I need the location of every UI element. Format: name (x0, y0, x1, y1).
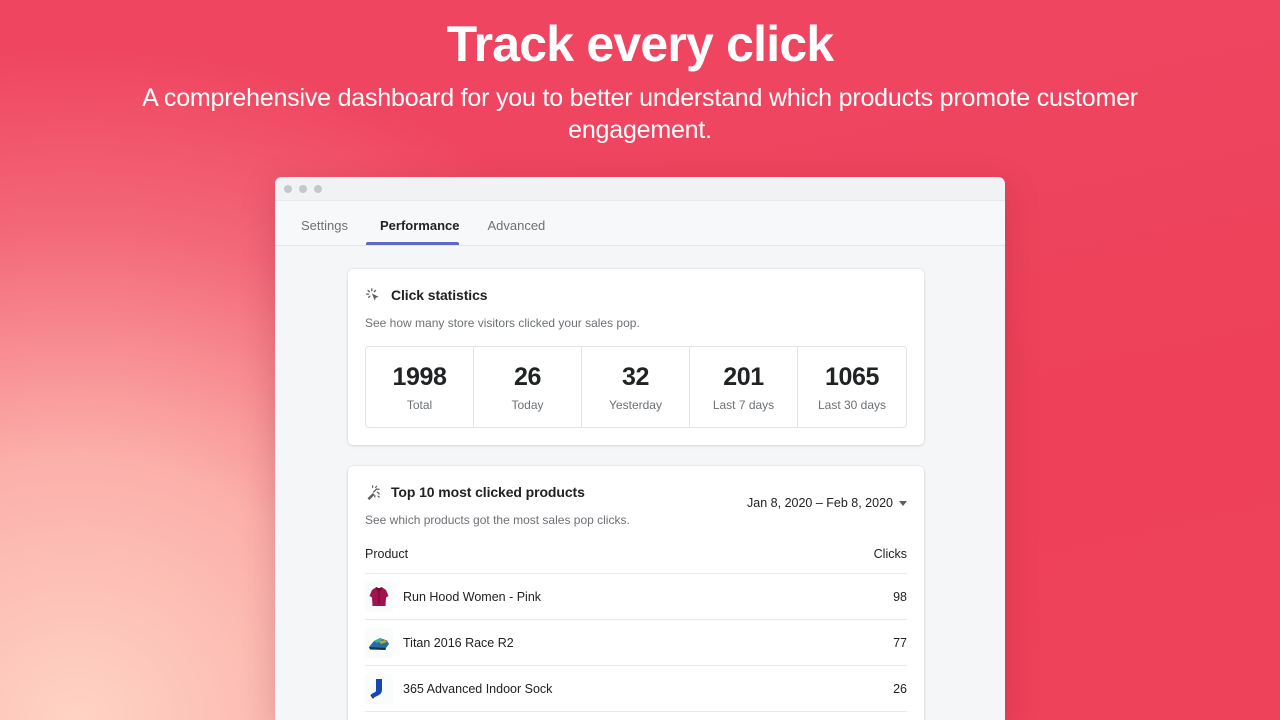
date-range-label: Jan 8, 2020 – Feb 8, 2020 (747, 496, 893, 510)
product-name: Titan 2016 Race R2 (403, 635, 514, 650)
stat-last-30-days-label: Last 30 days (817, 398, 887, 412)
product-clicks: 77 (893, 635, 907, 650)
stat-last-30-days-value: 1065 (824, 363, 879, 391)
sneaker-thumbnail (365, 627, 393, 658)
stat-today: 26 Today (474, 347, 582, 427)
click-statistics-subtitle: See how many store visitors clicked your… (365, 316, 640, 330)
date-range-selector[interactable]: Jan 8, 2020 – Feb 8, 2020 (747, 496, 907, 510)
browser-window: Settings Performance Advanced Click stat… (275, 177, 1005, 720)
stat-yesterday: 32 Yesterday (582, 347, 690, 427)
tab-advanced[interactable]: Advanced (473, 218, 559, 245)
hoodie-thumbnail (365, 581, 393, 612)
product-name: 365 Advanced Indoor Sock (403, 681, 553, 696)
product-name: Run Hood Women - Pink (403, 589, 542, 604)
stats-grid: 1998 Total 26 Today 32 Yesterday 201 Las… (365, 346, 907, 428)
stat-last-7-days-value: 201 (723, 363, 764, 391)
table-row[interactable]: Titan 2016 Race R2 77 (365, 620, 907, 666)
table-row[interactable]: Run Hood Women - Pink 98 (365, 574, 907, 620)
stat-last-7-days: 201 Last 7 days (690, 347, 798, 427)
products-table-header: Product Clicks (365, 547, 907, 574)
tab-performance[interactable]: Performance (365, 218, 473, 245)
top-products-title: Top 10 most clicked products (391, 484, 585, 500)
column-header-clicks: Clicks (873, 547, 907, 561)
tab-bar: Settings Performance Advanced (275, 201, 1005, 246)
page-root: Track every click A comprehensive dashbo… (0, 0, 1280, 720)
column-header-product: Product (365, 547, 409, 561)
hero-section: Track every click A comprehensive dashbo… (0, 0, 1280, 146)
table-row[interactable]: 365 Advanced Indoor Sock 25 (365, 712, 907, 720)
stat-yesterday-label: Yesterday (609, 398, 662, 412)
stat-total-label: Total (406, 398, 433, 412)
stat-total: 1998 Total (366, 347, 474, 427)
maximize-dot[interactable] (314, 184, 322, 193)
stat-last-7-days-label: Last 7 days (712, 398, 775, 412)
page-subtitle: A comprehensive dashboard for you to bet… (142, 84, 1138, 144)
click-statistics-title: Click statistics (391, 287, 488, 303)
minimize-dot[interactable] (299, 184, 307, 193)
click-cursor-icon (365, 287, 382, 304)
window-titlebar (275, 177, 1005, 201)
tab-settings-label: Settings (301, 218, 348, 233)
sock-thumbnail (365, 673, 393, 704)
table-row[interactable]: 365 Advanced Indoor Sock 26 (365, 666, 907, 712)
stat-total-value: 1998 (392, 363, 447, 391)
stat-today-label: Today (511, 398, 544, 412)
click-statistics-card: Click statistics See how many store visi… (348, 269, 924, 445)
close-dot[interactable] (284, 184, 292, 193)
content-area: Click statistics See how many store visi… (275, 246, 1005, 720)
top-products-card: Top 10 most clicked products See which p… (348, 466, 924, 720)
product-clicks: 26 (893, 681, 907, 696)
stat-yesterday-value: 32 (621, 363, 649, 391)
stat-last-30-days: 1065 Last 30 days (798, 347, 906, 427)
chevron-down-icon (899, 500, 907, 506)
confetti-wand-icon (365, 484, 382, 501)
tab-settings[interactable]: Settings (301, 218, 366, 245)
tab-performance-label: Performance (379, 218, 460, 233)
product-clicks: 98 (893, 589, 907, 604)
page-title: Track every click (446, 16, 835, 72)
top-products-subtitle: See which products got the most sales po… (365, 513, 630, 527)
tab-advanced-label: Advanced (487, 218, 546, 233)
stat-today-value: 26 (513, 363, 541, 391)
click-statistics-header: Click statistics (365, 287, 907, 304)
